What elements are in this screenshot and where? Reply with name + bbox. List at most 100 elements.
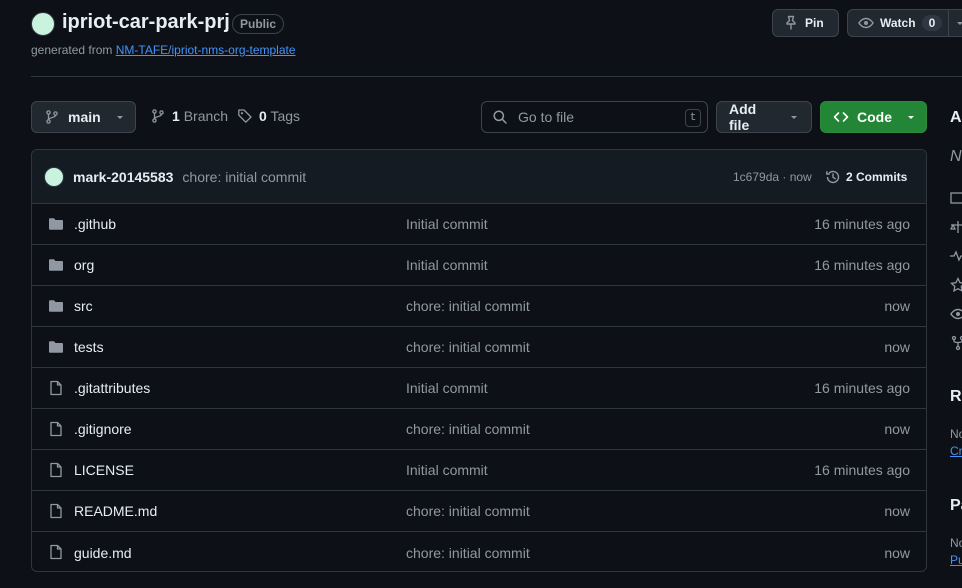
repo-header: ipriot-car-park-prj Public generated fro…: [0, 0, 962, 76]
folder-icon: [48, 257, 64, 273]
folder-icon: [48, 298, 64, 314]
file-commit-message[interactable]: chore: initial commit: [406, 503, 530, 519]
code-button[interactable]: Code: [820, 101, 927, 133]
pin-label: Pin: [805, 16, 824, 30]
tag-count: 0: [259, 108, 267, 124]
history-icon: [825, 169, 841, 185]
code-icon: [833, 109, 849, 125]
commit-message[interactable]: chore: initial commit: [182, 169, 306, 185]
fork-icon[interactable]: [950, 335, 962, 351]
keyboard-shortcut-hint: t: [685, 109, 701, 127]
file-commit-time: 16 minutes ago: [814, 380, 910, 396]
file-name-link[interactable]: .gitignore: [74, 421, 132, 437]
table-row[interactable]: .github Initial commit 16 minutes ago: [32, 204, 926, 245]
watch-count: 0: [921, 15, 943, 31]
generated-from-label: generated from: [31, 43, 116, 57]
watch-button[interactable]: Watch 0: [847, 9, 962, 37]
commits-count-label: 2 Commits: [846, 169, 908, 184]
git-branch-icon: [44, 109, 60, 125]
table-row[interactable]: org Initial commit 16 minutes ago: [32, 245, 926, 286]
template-link[interactable]: NM-TAFE/ipriot-nms-org-template: [116, 43, 296, 57]
pin-button[interactable]: Pin: [772, 9, 839, 37]
avatar[interactable]: [44, 166, 64, 187]
file-commit-message[interactable]: chore: initial commit: [406, 339, 530, 355]
folder-icon: [48, 339, 64, 355]
releases-empty-text: No: [950, 427, 962, 441]
file-commit-message[interactable]: chore: initial commit: [406, 298, 530, 314]
add-file-button[interactable]: Add file: [716, 101, 812, 133]
commit-author[interactable]: mark-20145583: [73, 169, 173, 185]
file-commit-time: now: [884, 544, 910, 561]
file-name-link[interactable]: .github: [74, 216, 116, 232]
code-label: Code: [857, 109, 892, 125]
about-description: N: [950, 148, 962, 165]
file-name-link[interactable]: org: [74, 257, 94, 273]
branch-count-label: Branch: [183, 108, 229, 124]
file-commit-message[interactable]: Initial commit: [406, 257, 488, 273]
star-icon[interactable]: [950, 277, 962, 293]
table-row[interactable]: src chore: initial commit now: [32, 286, 926, 327]
chevron-down-icon: [789, 112, 799, 122]
create-release-link[interactable]: Cr: [950, 444, 962, 458]
file-name-link[interactable]: .gitattributes: [74, 380, 150, 396]
book-icon[interactable]: [950, 190, 962, 206]
file-commit-time: now: [884, 503, 910, 519]
repo-name[interactable]: ipriot-car-park-prj: [62, 11, 230, 34]
commits-history-link[interactable]: 2 Commits: [825, 169, 907, 185]
file-name-link[interactable]: README.md: [74, 503, 157, 519]
file-icon: [48, 421, 64, 437]
chevron-down-icon[interactable]: [955, 18, 962, 28]
file-name-link[interactable]: src: [74, 298, 93, 314]
eye-icon[interactable]: [950, 306, 962, 322]
scale-icon[interactable]: [950, 219, 962, 235]
releases-heading[interactable]: Re: [950, 388, 962, 406]
file-commit-message[interactable]: chore: initial commit: [406, 421, 530, 437]
file-commit-message[interactable]: Initial commit: [406, 380, 488, 396]
table-row[interactable]: README.md chore: initial commit now: [32, 491, 926, 532]
about-sidebar: A N Re No Cr Pa No Pu: [950, 100, 962, 588]
tags-link[interactable]: 0 Tags: [237, 108, 300, 124]
file-commit-time: now: [884, 421, 910, 437]
tag-count-label: Tags: [270, 108, 301, 124]
file-commit-time: 16 minutes ago: [814, 216, 910, 232]
table-row[interactable]: LICENSE Initial commit 16 minutes ago: [32, 450, 926, 491]
packages-empty-text: No: [950, 536, 962, 550]
file-icon: [48, 544, 64, 560]
table-row[interactable]: tests chore: initial commit now: [32, 327, 926, 368]
branch-name: main: [68, 109, 101, 125]
packages-heading[interactable]: Pa: [950, 497, 962, 515]
file-icon: [48, 380, 64, 396]
file-icon: [48, 503, 64, 519]
commit-hash-time[interactable]: 1c679da · now: [733, 170, 812, 184]
about-heading: A: [950, 109, 962, 126]
chevron-down-icon: [115, 112, 125, 122]
table-row[interactable]: guide.md chore: initial commit now: [32, 532, 926, 571]
file-browser: mark-20145583 chore: initial commit 1c67…: [31, 149, 927, 572]
folder-icon: [48, 216, 64, 232]
file-name-link[interactable]: guide.md: [74, 545, 132, 561]
go-to-file-input[interactable]: [518, 109, 668, 125]
go-to-file-search[interactable]: t: [481, 101, 708, 133]
chevron-down-icon: [906, 112, 916, 122]
file-commit-message[interactable]: Initial commit: [406, 216, 488, 232]
table-row[interactable]: .gitignore chore: initial commit now: [32, 409, 926, 450]
pin-icon: [783, 15, 799, 31]
file-commit-time: 16 minutes ago: [814, 257, 910, 273]
branch-count: 1: [172, 108, 180, 124]
branch-selector[interactable]: main: [31, 101, 136, 133]
git-branch-icon: [150, 108, 166, 124]
watch-divider: [948, 10, 950, 36]
generated-from-note: generated from NM-TAFE/ipriot-nms-org-te…: [31, 43, 296, 57]
search-icon: [492, 109, 508, 125]
file-name-link[interactable]: tests: [74, 339, 104, 355]
pulse-icon[interactable]: [950, 248, 962, 264]
branches-link[interactable]: 1 Branch: [150, 108, 228, 124]
publish-package-link[interactable]: Pu: [950, 553, 962, 567]
file-commit-message[interactable]: chore: initial commit: [406, 545, 530, 561]
file-icon: [48, 462, 64, 478]
file-commit-message[interactable]: Initial commit: [406, 462, 488, 478]
table-row[interactable]: .gitattributes Initial commit 16 minutes a…: [32, 368, 926, 409]
owner-avatar[interactable]: [31, 12, 55, 36]
file-name-link[interactable]: LICENSE: [74, 462, 134, 478]
visibility-badge: Public: [232, 14, 285, 34]
